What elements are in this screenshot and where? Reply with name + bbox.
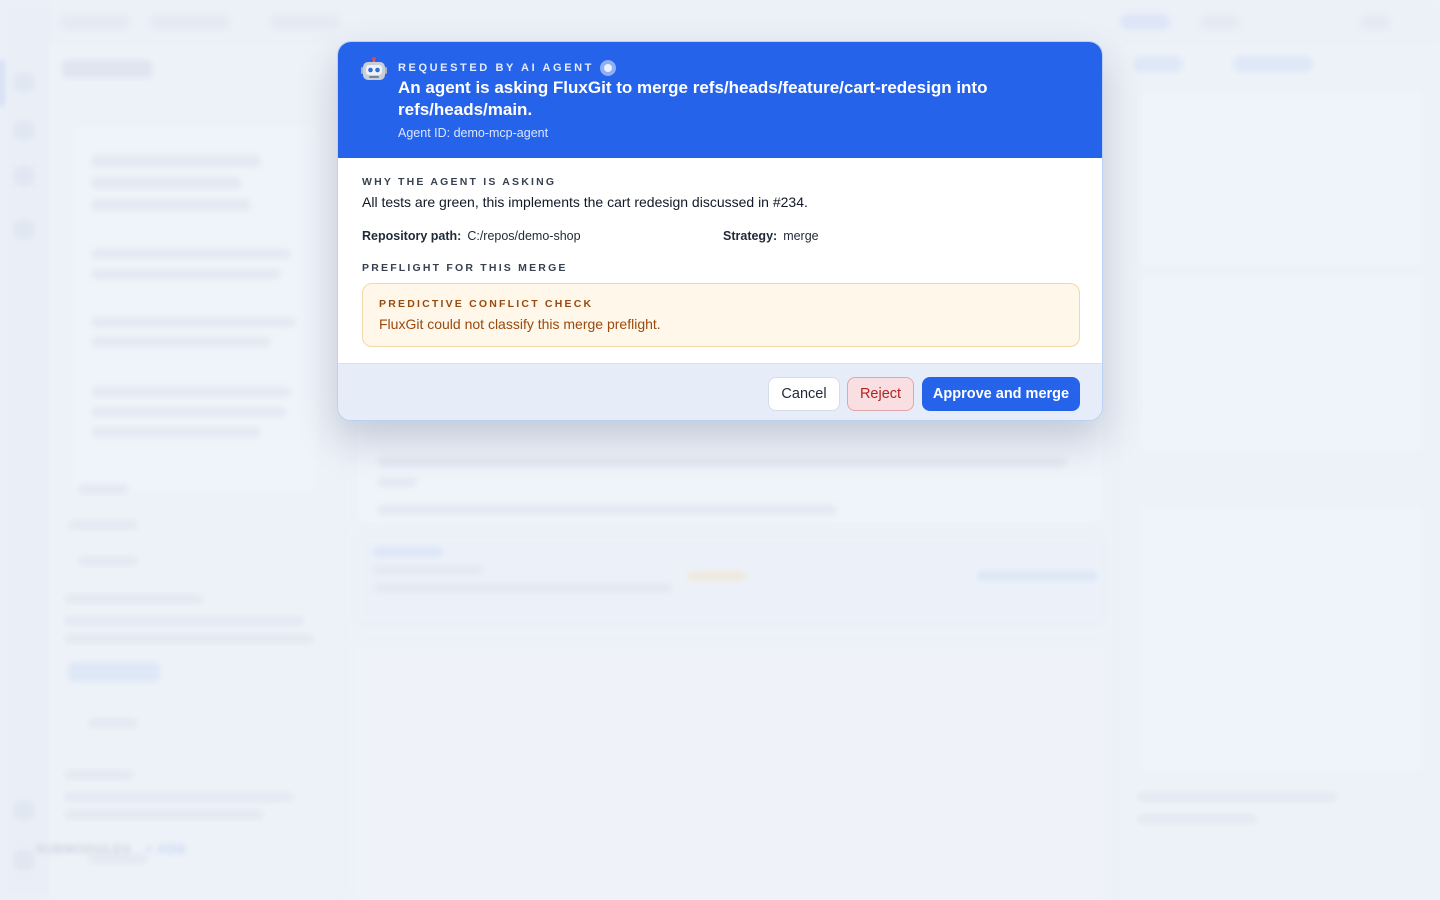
dialog-body: WHY THE AGENT IS ASKING All tests are gr… <box>338 158 1102 363</box>
dialog-title: An agent is asking FluxGit to merge refs… <box>398 78 988 119</box>
agent-id: Agent ID: demo-mcp-agent <box>398 126 549 140</box>
strategy-value: merge <box>783 229 819 243</box>
eyebrow-text: REQUESTED BY AI AGENT <box>398 62 594 74</box>
repository-path: Repository path: C:/repos/demo-shop <box>362 229 581 243</box>
reject-button[interactable]: Reject <box>847 377 914 411</box>
merge-strategy: Strategy: merge <box>723 229 819 243</box>
agent-merge-request-dialog: REQUESTED BY AI AGENT An agent is asking… <box>337 41 1103 421</box>
status-dot-icon <box>600 60 616 76</box>
dialog-header: REQUESTED BY AI AGENT An agent is asking… <box>338 42 1102 158</box>
cancel-button[interactable]: Cancel <box>768 377 840 411</box>
requested-by-label: REQUESTED BY AI AGENT <box>398 60 616 76</box>
approve-and-merge-button[interactable]: Approve and merge <box>922 377 1080 411</box>
dialog-footer: Cancel Reject Approve and merge <box>338 363 1102 420</box>
repo-label: Repository path: <box>362 229 462 243</box>
conflict-check-text: FluxGit could not classify this merge pr… <box>379 316 661 332</box>
repo-value: C:/repos/demo-shop <box>467 229 581 243</box>
why-label: WHY THE AGENT IS ASKING <box>362 176 557 188</box>
preflight-label: PREFLIGHT FOR THIS MERGE <box>362 262 568 274</box>
conflict-check-box: PREDICTIVE CONFLICT CHECK FluxGit could … <box>362 283 1080 347</box>
robot-icon <box>361 57 387 80</box>
strategy-label: Strategy: <box>723 229 778 243</box>
agent-reason: All tests are green, this implements the… <box>362 194 808 210</box>
conflict-check-label: PREDICTIVE CONFLICT CHECK <box>379 298 594 310</box>
